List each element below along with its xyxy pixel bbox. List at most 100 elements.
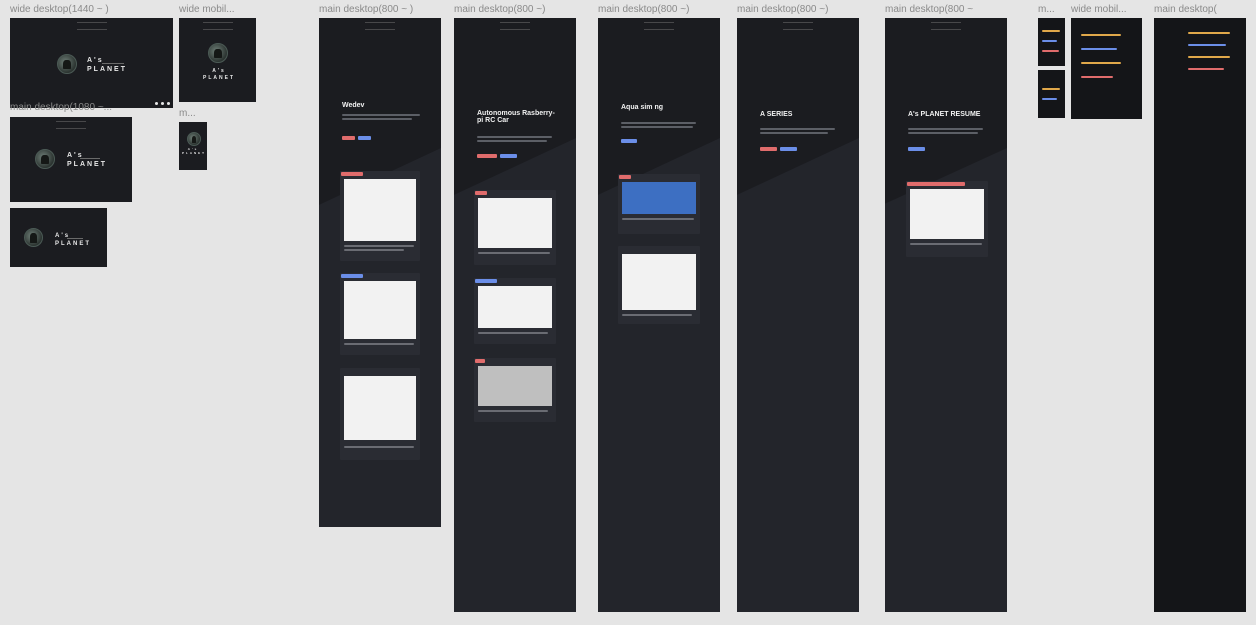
architecture-diagram <box>344 281 416 339</box>
frame-label-main-desktop-1080[interactable]: main desktop(1080 ~... <box>10 102 112 113</box>
github-button[interactable] <box>477 154 497 158</box>
frame-label-timeline-wide[interactable]: wide mobil... <box>1071 4 1127 15</box>
flow-diagram <box>622 254 696 310</box>
card-tag <box>341 172 363 176</box>
frame-label-aqua[interactable]: main desktop(800 ~) <box>598 4 689 15</box>
logo-mark <box>202 22 233 30</box>
avatar <box>208 43 228 63</box>
frame-label-wide-desktop[interactable]: wide desktop(1440 ~ ) <box>10 4 109 15</box>
project-card[interactable] <box>474 190 556 265</box>
frame-label-a-series[interactable]: main desktop(800 ~) <box>737 4 828 15</box>
architecture-diagram <box>344 179 416 241</box>
logo-mark <box>500 22 530 30</box>
project-description <box>621 126 693 128</box>
timeline-entry <box>1042 30 1060 32</box>
project-title: A's PLANET RESUME <box>908 111 981 118</box>
frame-timeline-m-1[interactable] <box>1038 18 1065 66</box>
card-text <box>344 343 414 345</box>
card-tag <box>475 279 497 283</box>
frame-main-desktop-1080[interactable]: A's PLANET <box>10 117 132 202</box>
frame-aqua[interactable]: Aqua sim ng <box>598 18 720 612</box>
frame-resume[interactable]: A's PLANET RESUME <box>885 18 1007 612</box>
frame-timeline-main[interactable] <box>1154 18 1246 612</box>
screenshot-image <box>478 366 552 406</box>
project-description <box>760 128 835 130</box>
card-tag <box>341 274 363 278</box>
demo-button[interactable] <box>358 136 371 140</box>
frame-label-wide-mobile[interactable]: wide mobil... <box>179 4 235 15</box>
project-card[interactable] <box>618 246 700 324</box>
card-tag <box>907 182 965 186</box>
frame-label-wedev[interactable]: main desktop(800 ~ ) <box>319 4 413 15</box>
card-text <box>344 446 414 448</box>
card-text <box>344 249 404 251</box>
timeline-entry <box>1081 62 1121 64</box>
card-text <box>478 332 548 334</box>
frame-label-timeline-m[interactable]: m... <box>1038 4 1055 15</box>
frame-mobile-small[interactable]: A's PLANET <box>179 122 207 170</box>
card-text <box>478 252 550 254</box>
card-text <box>622 218 694 220</box>
flow-diagram <box>478 286 552 328</box>
hardware-diagram <box>910 189 984 239</box>
hardware-diagram <box>478 198 552 248</box>
planet-title: A's PLANET <box>203 68 235 81</box>
frame-small-desktop[interactable]: A's PLANET <box>10 208 107 267</box>
frame-wedev[interactable]: Wedev <box>319 18 441 527</box>
project-card[interactable] <box>340 171 420 261</box>
card-text <box>344 245 414 247</box>
architecture-diagram <box>344 376 416 440</box>
project-card[interactable] <box>906 181 988 257</box>
avatar <box>24 228 43 247</box>
frame-wide-mobile[interactable]: A's PLANET <box>179 18 256 102</box>
divider <box>102 63 124 64</box>
card-tag <box>475 359 485 363</box>
timeline-entry <box>1081 76 1113 78</box>
logo-mark <box>56 121 86 129</box>
social-icon[interactable] <box>155 102 158 105</box>
frame-a-series[interactable]: A SERIES <box>737 18 859 612</box>
project-card[interactable] <box>474 358 556 422</box>
frame-label-timeline-main[interactable]: main desktop( <box>1154 4 1217 15</box>
divider <box>80 158 100 159</box>
logo-mark <box>931 22 961 30</box>
planet-title: A's PLANET <box>55 233 91 247</box>
card-tag <box>619 175 631 179</box>
demo-button[interactable] <box>500 154 517 158</box>
project-description <box>760 132 828 134</box>
divider <box>67 238 83 239</box>
social-icon[interactable] <box>167 102 170 105</box>
planet-title: A's PLANET <box>87 57 127 73</box>
timeline-entry <box>1188 32 1230 34</box>
timeline-entry <box>1081 34 1121 36</box>
project-title: Aqua sim ng <box>621 104 664 111</box>
project-description <box>342 114 420 116</box>
project-card[interactable] <box>340 368 420 460</box>
project-title: A SERIES <box>760 111 793 118</box>
github-button[interactable] <box>342 136 355 140</box>
project-description <box>342 118 412 120</box>
card-text <box>622 314 692 316</box>
logo-mark <box>365 22 395 30</box>
demo-button[interactable] <box>621 139 637 143</box>
project-card[interactable] <box>618 174 700 234</box>
project-card[interactable] <box>340 273 420 355</box>
project-title: Autonomous Rasberry-pi RC Car <box>477 110 555 124</box>
frame-label-rc-car[interactable]: main desktop(800 ~) <box>454 4 545 15</box>
social-icon[interactable] <box>161 102 164 105</box>
frame-wide-desktop[interactable]: A's PLANET <box>10 18 173 108</box>
demo-button[interactable] <box>780 147 797 151</box>
frame-timeline-m-2[interactable] <box>1038 70 1065 118</box>
demo-button[interactable] <box>908 147 925 151</box>
github-button[interactable] <box>760 147 777 151</box>
logo-mark <box>783 22 813 30</box>
card-text <box>478 410 548 412</box>
avatar <box>35 149 55 169</box>
project-card[interactable] <box>474 278 556 344</box>
timeline-entry <box>1081 48 1117 50</box>
frame-rc-car[interactable]: Autonomous Rasberry-pi RC Car <box>454 18 576 612</box>
planet-title: A's PLANET <box>67 152 107 168</box>
frame-timeline-wide[interactable] <box>1071 18 1142 119</box>
frame-label-mobile-small[interactable]: m... <box>179 108 196 119</box>
frame-label-resume[interactable]: main desktop(800 ~ <box>885 4 973 15</box>
